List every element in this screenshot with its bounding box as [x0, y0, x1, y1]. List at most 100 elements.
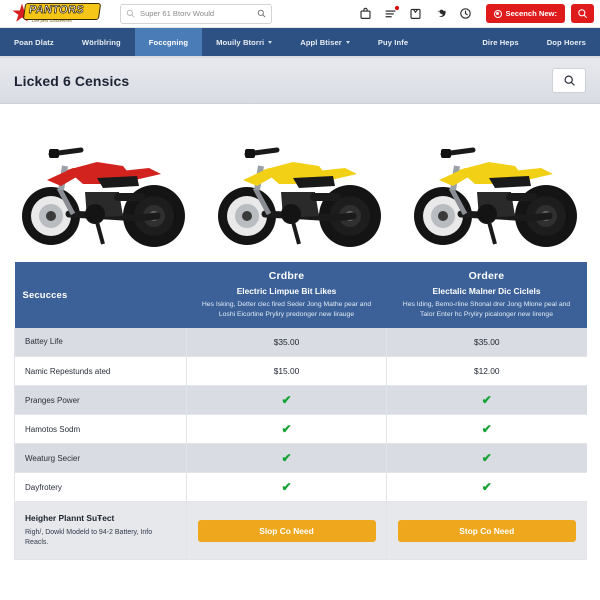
table-footer-row: Heigher Plannt SuŦect Righ/, Dowkl Model… [14, 501, 587, 561]
check-icon: ✔ [281, 451, 292, 466]
primary-action-button[interactable]: Secench New: [485, 4, 565, 23]
comparison-table-wrapper: Secucces Crdbre Electric Limpue Bit Like… [0, 262, 600, 561]
table-header: Secucces Crdbre Electric Limpue Bit Like… [14, 262, 587, 328]
footer-info-cell: Heigher Plannt SuŦect Righ/, Dowkl Model… [14, 501, 187, 561]
check-icon: ✔ [481, 480, 492, 495]
logo-text: PANTORS [28, 3, 85, 16]
feature-column-header: Secucces [14, 262, 187, 328]
feature-value: ✔ [186, 443, 387, 474]
search-icon [578, 9, 588, 19]
feature-label: Battey Life [14, 327, 187, 358]
check-icon: ✔ [281, 393, 292, 408]
bike-red [11, 118, 197, 258]
nav-right-item-0[interactable]: Dire Heps [468, 28, 532, 56]
top-icon-group [359, 6, 472, 20]
nav-item-4[interactable]: Appl Btiser [286, 28, 364, 56]
feature-value: ✔ [386, 385, 587, 416]
page-root: PANTORS Dire pers Glosseernes Super 61 B… [0, 0, 600, 600]
feature-value: $35.00 [186, 327, 387, 358]
feature-value: $12.00 [386, 356, 587, 387]
table-body: Battey Life $35.00 $35.00 Namic Repestun… [14, 327, 587, 561]
check-icon: ✔ [481, 451, 492, 466]
main-nav: Poan Dlatz Wörlblring Foccgning Mouily B… [0, 28, 600, 58]
check-icon: ✔ [281, 422, 292, 437]
buy-button-2[interactable]: Stop Co Need [397, 519, 576, 542]
box-icon[interactable] [409, 7, 422, 20]
list-icon[interactable] [384, 6, 399, 20]
feature-value: ✔ [386, 472, 587, 503]
top-bar: PANTORS Dire pers Glosseernes Super 61 B… [0, 0, 600, 28]
nav-label: Wörlblring [81, 37, 121, 47]
page-header: Licked 6 Censics [0, 58, 600, 104]
feature-label: Hamotos Sodm [14, 414, 187, 445]
search-input[interactable] [135, 9, 257, 18]
comparison-table: Secucces Crdbre Electric Limpue Bit Like… [14, 262, 587, 561]
footer-title: Heigher Plannt SuŦect [25, 513, 115, 524]
search-icon [126, 9, 135, 18]
feature-label: Pranges Power [14, 385, 187, 416]
check-icon: ✔ [481, 422, 492, 437]
chevron-down-icon [268, 40, 273, 44]
feature-value: ✔ [386, 443, 587, 474]
bike-yellow-1 [207, 118, 393, 258]
table-row: Battey Life $35.00 $35.00 [14, 327, 587, 358]
nav-item-1[interactable]: Wörlblring [68, 28, 135, 56]
feature-value: ✔ [186, 414, 387, 445]
nav-item-5[interactable]: Puy Infe [364, 28, 422, 56]
feature-value: ✔ [186, 385, 387, 416]
top-search-button[interactable] [571, 4, 594, 23]
check-icon: ✔ [281, 480, 292, 495]
clock-icon[interactable] [459, 7, 472, 20]
product-name: Crdbre [268, 270, 305, 282]
nav-right-group: Dire Heps Dop Hoers [468, 28, 600, 56]
product-description: Hes Iding, Bemo-rline Shonal drer Jong M… [402, 301, 571, 318]
search-submit-icon[interactable] [257, 9, 266, 18]
nav-label: Puy Infe [377, 37, 409, 47]
product-name: Ordere [468, 270, 505, 282]
nav-label: Mouily Btorri [216, 37, 265, 47]
table-row: Dayfrotery ✔ ✔ [14, 472, 587, 503]
feature-label: Weaturg Secier [14, 443, 187, 474]
cta-cell-2: Stop Co Need [386, 501, 587, 561]
nav-item-3[interactable]: Mouily Btorri [202, 28, 286, 56]
table-row: Hamotos Sodm ✔ ✔ [14, 414, 587, 445]
feature-label: Dayfrotery [14, 472, 187, 503]
product-subtitle: Electric Limpue Bit Likes [236, 286, 337, 296]
target-icon [493, 9, 502, 18]
feature-value: ✔ [386, 414, 587, 445]
product-description: Hes Isking, Detter clec fired Seder Jong… [201, 301, 372, 318]
check-icon: ✔ [481, 393, 492, 408]
footer-description: Righ/, Dowkl Modeld to 94-2 Battery, Inf… [25, 529, 153, 547]
nav-label: Dop Hoers [546, 37, 586, 47]
bird-icon[interactable] [434, 7, 447, 20]
chevron-down-icon [345, 40, 350, 44]
product-image-row [0, 104, 600, 262]
nav-label: Appl Btiser [300, 37, 342, 47]
primary-action-label: Secench New: [505, 9, 558, 18]
bag-icon[interactable] [359, 7, 372, 20]
nav-item-0[interactable]: Poan Dlatz [0, 28, 68, 56]
bike-yellow-2 [403, 118, 589, 258]
nav-item-2[interactable]: Foccgning [134, 28, 203, 56]
notification-badge [394, 6, 399, 10]
feature-value: $15.00 [186, 356, 387, 387]
table-row: Weaturg Secier ✔ ✔ [14, 443, 587, 474]
search-box[interactable] [120, 3, 272, 24]
nav-label: Poan Dlatz [14, 37, 54, 47]
page-title: Licked 6 Censics [14, 72, 130, 89]
feature-label: Namic Repestunds ated [14, 356, 187, 387]
table-row: Namic Repestunds ated $15.00 $12.00 [14, 356, 587, 387]
product-subtitle: Electalic Malner Dic Ciclels [432, 286, 541, 296]
page-search-button[interactable] [552, 68, 586, 93]
nav-label: Dire Heps [482, 37, 519, 47]
buy-button-1[interactable]: Slop Co Need [197, 519, 376, 542]
nav-label: Foccgning [148, 37, 189, 47]
product-column-header-1: Crdbre Electric Limpue Bit Likes Hes Isk… [186, 262, 387, 328]
feature-value: $35.00 [386, 327, 587, 358]
site-logo[interactable]: PANTORS Dire pers Glosseernes [10, 2, 102, 26]
cta-cell-1: Slop Co Need [186, 501, 387, 561]
search-icon [564, 75, 575, 86]
feature-value: ✔ [186, 472, 387, 503]
table-row: Pranges Power ✔ ✔ [14, 385, 587, 416]
nav-right-item-1[interactable]: Dop Hoers [533, 28, 600, 56]
